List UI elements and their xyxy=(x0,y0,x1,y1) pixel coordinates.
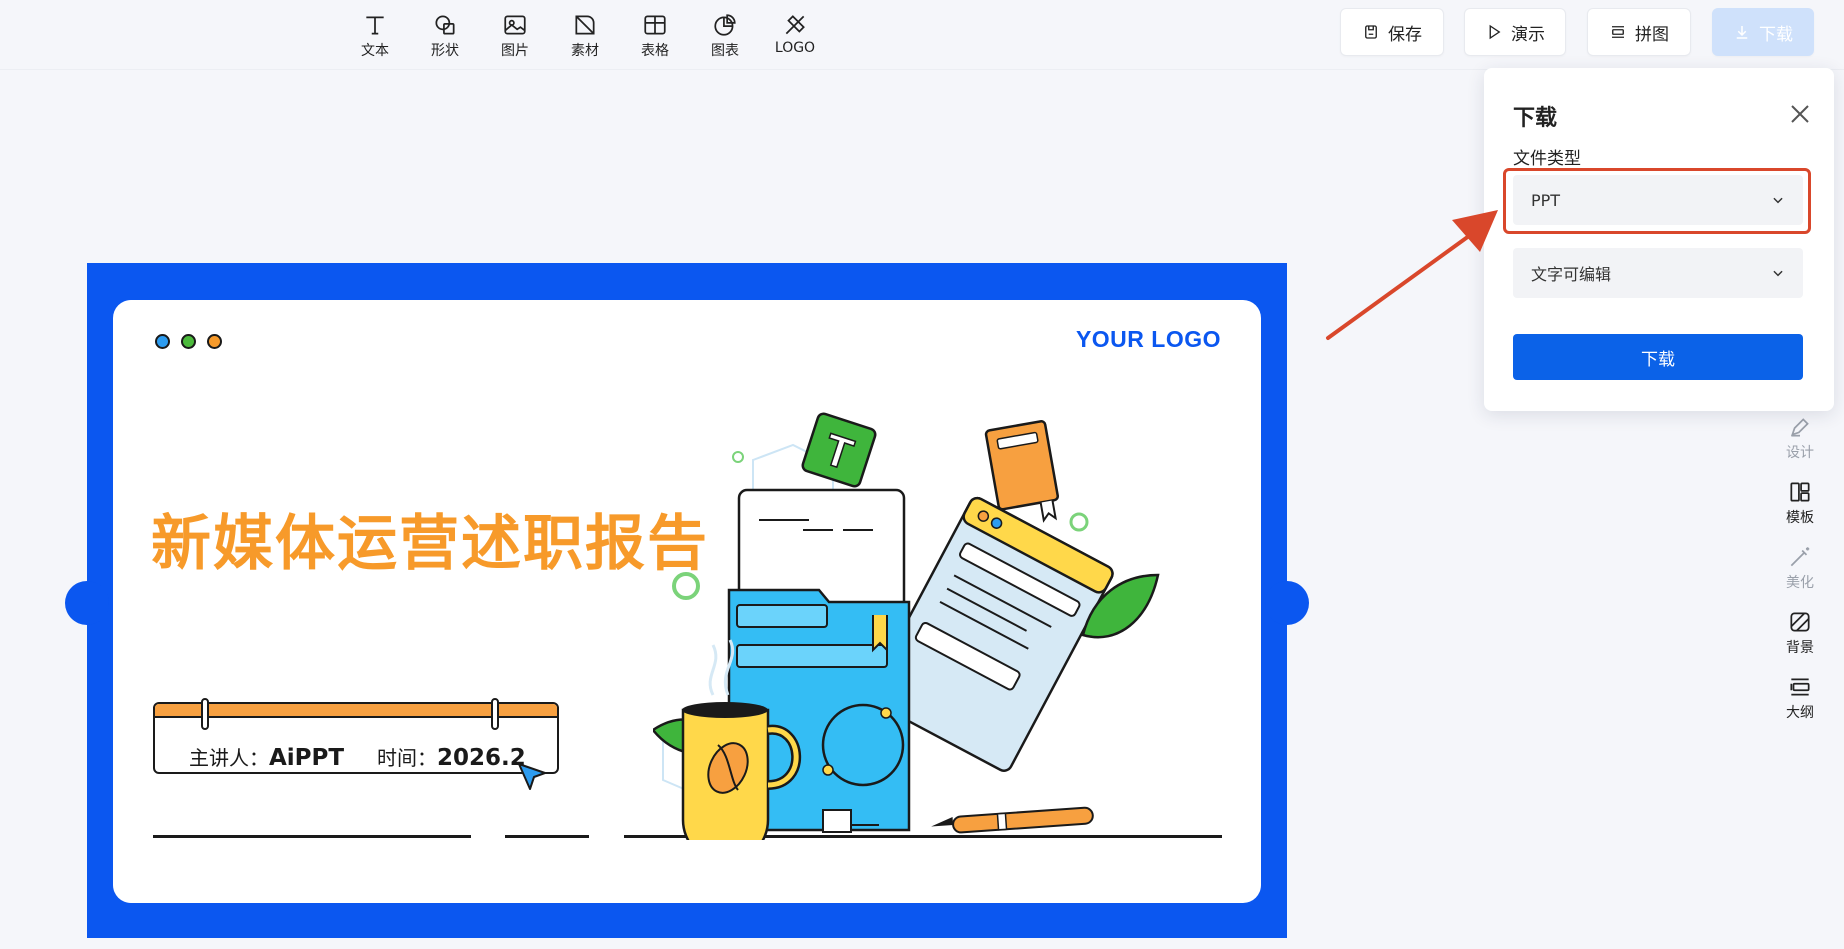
dot-orange xyxy=(207,334,222,349)
tool-label: 素材 xyxy=(571,43,599,59)
tool-chart[interactable]: 图表 xyxy=(695,12,755,60)
sidebar-item-label: 美化 xyxy=(1786,575,1814,591)
tool-label: 形状 xyxy=(431,43,459,59)
shape-icon xyxy=(435,15,455,35)
collage-label: 拼图 xyxy=(1635,24,1669,45)
slide-card: YOUR LOGO 新媒体运营述职报告 主讲人：AiPPT 时间：2026.2 xyxy=(113,300,1261,903)
download-label: 下载 xyxy=(1759,24,1793,45)
present-label: 演示 xyxy=(1511,24,1545,45)
sidebar-item-label: 大纲 xyxy=(1786,705,1814,721)
save-label: 保存 xyxy=(1388,24,1422,45)
ground-line xyxy=(505,835,589,838)
office-illustration: T xyxy=(653,412,1160,840)
circle-decor xyxy=(672,572,700,600)
chart-icon xyxy=(714,14,736,36)
image-icon xyxy=(504,15,526,35)
pen-icon xyxy=(931,806,1094,834)
dot-blue xyxy=(155,334,170,349)
tool-image[interactable]: 图片 xyxy=(485,12,545,60)
tool-table[interactable]: 表格 xyxy=(625,12,685,60)
tool-label: 文本 xyxy=(361,43,389,59)
t-badge: T xyxy=(801,412,877,488)
template-icon xyxy=(1790,482,1810,502)
text-icon xyxy=(366,16,384,35)
tool-label: 图表 xyxy=(711,43,739,59)
download-button[interactable]: 下载 xyxy=(1513,334,1803,380)
file-type-label: 文件类型 xyxy=(1513,149,1581,169)
edit-mode-select[interactable]: 文字可编辑 xyxy=(1513,248,1803,298)
close-icon[interactable] xyxy=(1788,102,1812,126)
presenter-line: 主讲人：AiPPT xyxy=(189,742,344,771)
slide-notch-left xyxy=(65,581,109,625)
sidebar-item-beautify[interactable]: 美化 xyxy=(1776,544,1824,592)
background-icon xyxy=(1790,612,1810,632)
window-dots xyxy=(155,334,222,349)
magic-wand-icon xyxy=(1790,547,1810,567)
calendar-ring xyxy=(201,698,209,730)
time-label: 时间： xyxy=(377,746,437,770)
edit-mode-value: 文字可编辑 xyxy=(1531,265,1612,284)
tool-text[interactable]: 文本 xyxy=(345,12,405,60)
present-button[interactable]: 演示 xyxy=(1464,8,1566,56)
sidebar-item-background[interactable]: 背景 xyxy=(1776,609,1824,657)
logo-icon xyxy=(785,15,805,35)
dot-green xyxy=(181,334,196,349)
download-icon xyxy=(1736,26,1748,39)
tool-label: LOGO xyxy=(774,40,816,56)
collage-button[interactable]: 拼图 xyxy=(1587,8,1691,56)
sidebar-item-template[interactable]: 模板 xyxy=(1776,479,1824,527)
annotation-arrow xyxy=(1326,210,1498,340)
circle-decor xyxy=(732,451,744,463)
presenter-calendar[interactable]: 主讲人：AiPPT 时间：2026.2 xyxy=(153,698,559,790)
slide-canvas[interactable]: YOUR LOGO 新媒体运营述职报告 主讲人：AiPPT 时间：2026.2 xyxy=(65,263,1309,938)
sidebar-item-label: 背景 xyxy=(1786,640,1814,656)
table-icon xyxy=(644,15,666,35)
outline-icon xyxy=(1790,678,1810,696)
file-type-value: PPT xyxy=(1531,190,1561,210)
tool-asset[interactable]: 素材 xyxy=(555,12,615,60)
save-button[interactable]: 保存 xyxy=(1340,8,1444,56)
sidebar-item-label: 模板 xyxy=(1786,510,1814,526)
asset-icon xyxy=(575,15,595,35)
save-icon xyxy=(1365,25,1377,39)
circle-decor xyxy=(1069,512,1089,532)
cursor-icon xyxy=(518,763,546,790)
download-panel: 下载 文件类型 PPT 文字可编辑 下载 xyxy=(1484,68,1834,411)
play-icon xyxy=(1489,24,1501,40)
chevron-down-icon xyxy=(1773,197,1783,204)
pen-icon xyxy=(1791,418,1809,437)
time-line: 时间：2026.2 xyxy=(377,742,526,771)
ground-line xyxy=(153,835,471,838)
tool-shape[interactable]: 形状 xyxy=(415,12,475,60)
download-button-top[interactable]: 下载 xyxy=(1712,8,1814,56)
tool-label: 表格 xyxy=(641,43,669,59)
slide-logo-text[interactable]: YOUR LOGO xyxy=(1076,326,1221,353)
top-toolbar: 文本 形状 图片 素材 表格 图表 LOGO 保存 演示 拼图 下载 xyxy=(0,0,1844,70)
slide-title[interactable]: 新媒体运营述职报告 xyxy=(151,495,709,582)
chevron-down-icon xyxy=(1773,270,1783,277)
presenter-name: AiPPT xyxy=(269,745,345,771)
sidebar-item-label: 设计 xyxy=(1786,445,1814,461)
presenter-label: 主讲人： xyxy=(189,746,269,770)
tool-label: 图片 xyxy=(501,43,529,59)
sidebar-item-outline[interactable]: 大纲 xyxy=(1776,674,1824,722)
collage-icon xyxy=(1612,26,1624,38)
calendar-ring xyxy=(491,698,499,730)
file-type-select[interactable]: PPT xyxy=(1513,175,1803,225)
tool-logo[interactable]: LOGO xyxy=(765,12,825,56)
panel-title: 下载 xyxy=(1513,106,1558,131)
time-value: 2026.2 xyxy=(437,745,526,771)
slide-notch-right xyxy=(1265,581,1309,625)
sidebar-item-design[interactable]: 设计 xyxy=(1776,414,1824,462)
